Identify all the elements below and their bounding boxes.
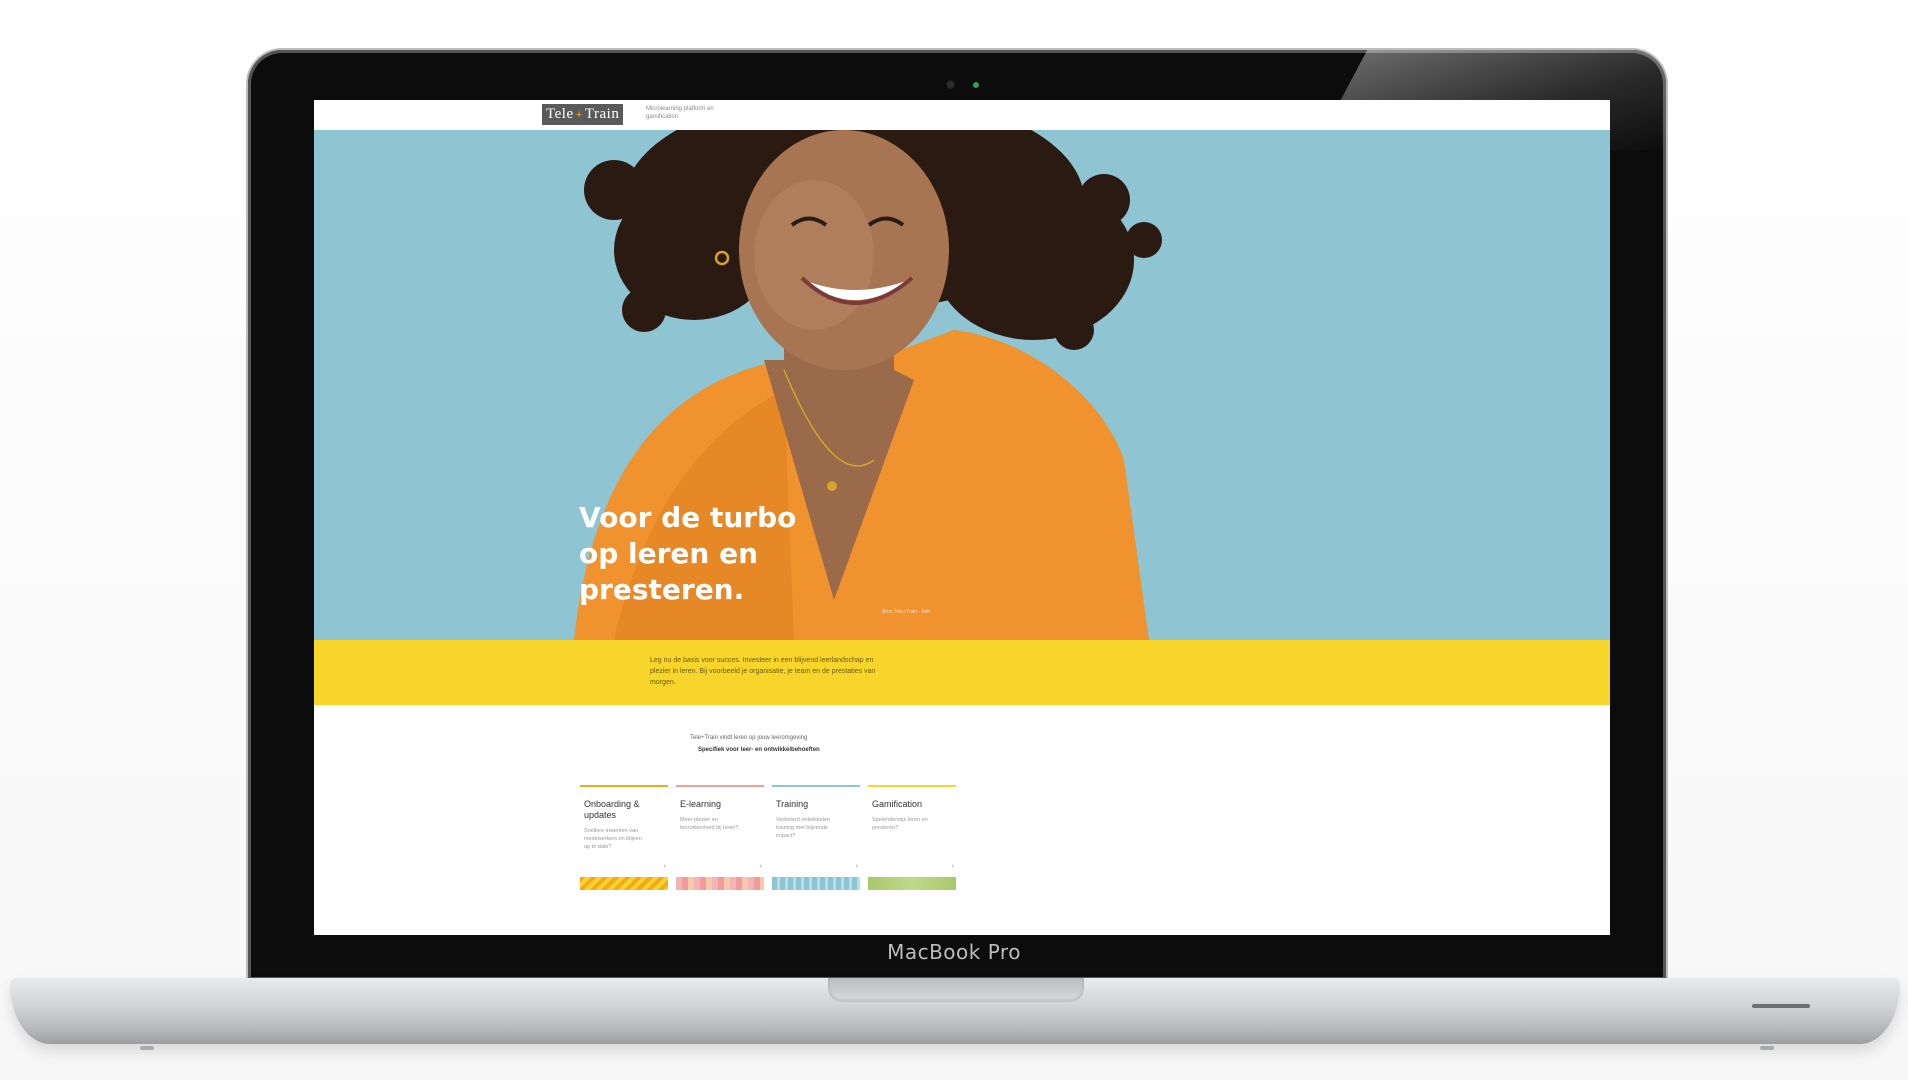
hero-caption: Bron Tele+Train · foto	[882, 609, 930, 615]
site-header: Tele + Train Microlearning platform en g…	[314, 100, 1610, 130]
card-accent-bar	[580, 785, 668, 787]
card-gamification[interactable]: Gamification Spelenderwijs leren en pres…	[868, 785, 956, 890]
card-text: Meer plezier en betrokkenheid bij leren?	[680, 817, 739, 831]
card-text: Spelenderwijs leren en presteren?	[872, 817, 928, 831]
laptop-opening-notch	[828, 978, 1084, 1002]
logo-word-right: Train	[584, 106, 620, 122]
card-title: E-learning	[680, 799, 722, 809]
card-text: Snellere inwerken van medewerkers en bli…	[584, 828, 642, 850]
chevron-right-icon[interactable]: ›	[952, 863, 954, 870]
card-title: Gamification	[872, 799, 923, 809]
card-pattern	[772, 877, 860, 890]
card-e-learning[interactable]: E-learning Meer plezier en betrokkenheid…	[676, 785, 764, 890]
card-pattern	[580, 877, 668, 890]
card-title: Training	[776, 799, 809, 809]
laptop-foot	[1760, 1046, 1774, 1050]
card-training[interactable]: Training Verbeterd ontwikkelen training …	[772, 785, 860, 890]
logo-plus: +	[575, 107, 583, 121]
laptop-foot	[140, 1046, 154, 1050]
card-text: Verbeterd ontwikkelen training met blijv…	[776, 817, 831, 839]
intro-subtitle: Tele+Train vindt leren op jouw leeromgev…	[690, 735, 808, 741]
chevron-right-icon[interactable]: ›	[856, 863, 858, 870]
chevron-right-icon[interactable]: ›	[760, 863, 762, 870]
card-onboarding[interactable]: Onboarding & updates Snellere inwerken v…	[580, 785, 668, 890]
intro-band: Leg nu de basis voor succes. Investeer i…	[314, 640, 1610, 705]
stage: Tele + Train Microlearning platform en g…	[0, 0, 1908, 1080]
logo-tagline: Microlearning platform en gamification	[646, 106, 714, 120]
camera-led-icon	[973, 82, 979, 88]
laptop-slot	[1752, 1004, 1810, 1008]
card-title: Onboarding & updates	[584, 799, 640, 820]
card-accent-bar	[676, 785, 764, 787]
card-pattern	[868, 877, 956, 890]
chevron-right-icon[interactable]: ›	[664, 863, 666, 870]
site-logo[interactable]: Tele + Train	[542, 104, 624, 125]
hero-banner: Voor de turbo op leren en presteren. Bro…	[314, 130, 1610, 640]
hero-photo	[574, 130, 1162, 640]
intro-band-text: Leg nu de basis voor succes. Investeer i…	[650, 657, 876, 686]
laptop-screen: Tele + Train Microlearning platform en g…	[314, 100, 1610, 935]
card-accent-bar	[868, 785, 956, 787]
intro-heading: Specifiek voor leer- en ontwikkelbehoeft…	[698, 747, 820, 753]
card-pattern	[676, 877, 764, 890]
hero-title: Voor de turbo op leren en presteren.	[579, 501, 797, 606]
card-accent-bar	[772, 785, 860, 787]
logo-word-left: Tele	[546, 106, 574, 122]
camera-icon	[946, 80, 955, 89]
laptop-model-label: MacBook Pro	[887, 940, 1021, 964]
